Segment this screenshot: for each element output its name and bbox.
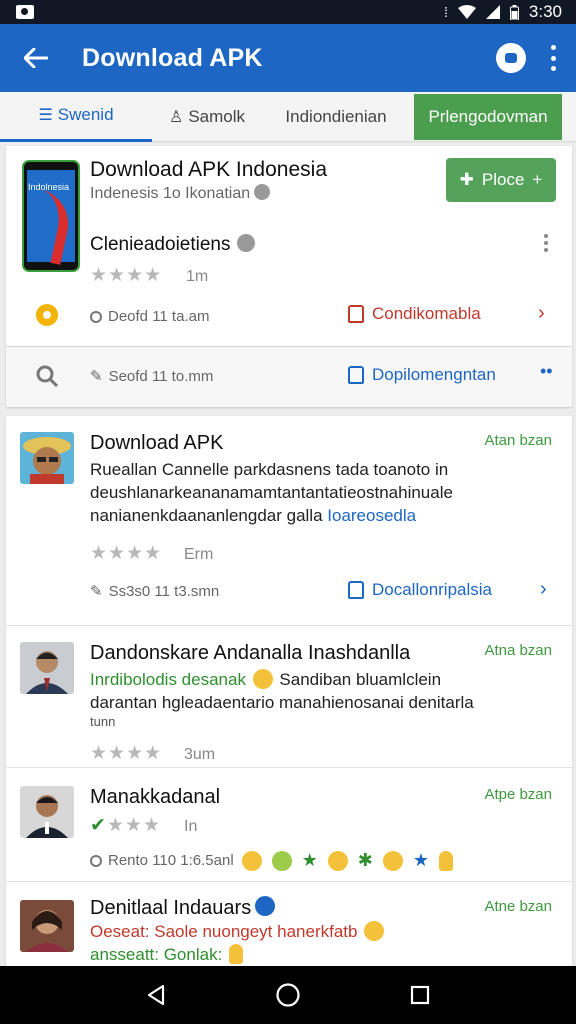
list-item[interactable]: Denitlaal Indauars Atne bzan Oeseat: Sao…	[6, 882, 572, 966]
verified-badge-icon	[255, 896, 276, 916]
back-triangle-icon[interactable]	[136, 975, 176, 1015]
search-icon[interactable]	[36, 365, 58, 387]
status-time: 3:30	[528, 2, 562, 21]
post-author: Denitlaal Indauars	[90, 896, 276, 920]
list-icon: ☰	[38, 107, 53, 124]
system-nav-bar	[0, 966, 576, 1024]
tab-prlengodovman[interactable]: Prlengodovman	[414, 93, 562, 140]
avatar[interactable]	[20, 786, 74, 838]
featured-name: Clenieadoietiens	[90, 234, 255, 256]
thumb-up-icon	[348, 305, 364, 323]
lightbulb-icon	[439, 850, 454, 871]
rating-count: Erm	[184, 546, 214, 563]
post-body: Rueallan Cannelle parkdasnens tada toano…	[90, 460, 453, 525]
list-item[interactable]: Download APK Atan bzan Rueallan Cannelle…	[6, 416, 572, 626]
rating-stars: ★★★★	[90, 743, 163, 764]
globe-icon	[254, 184, 271, 200]
post-time: Atan bzan	[484, 432, 552, 449]
rating-stars: ✔★★★	[90, 815, 162, 836]
post-meta: Deofd 11 ta.am	[90, 308, 209, 325]
plus-icon: ✚	[459, 170, 474, 189]
post-link[interactable]: Ioareosedla	[327, 506, 416, 525]
featured-card: Indolnesia Download APK Indonesia Indene…	[6, 146, 572, 346]
rating-stars: ★★★★	[90, 265, 163, 286]
tab-label: Samolk	[188, 106, 246, 126]
wifi-icon	[457, 5, 476, 19]
tab-samolk[interactable]: ♙ Samolk	[152, 92, 262, 142]
status-dot-icon	[36, 304, 58, 326]
emoji-icon	[271, 850, 292, 871]
post-time: Atpe bzan	[484, 786, 552, 803]
back-arrow-icon[interactable]	[18, 40, 54, 76]
emoji-icon	[327, 850, 348, 871]
chevron-right-icon[interactable]: ›	[540, 578, 547, 601]
post-body: Inrdibolodis desanak Sandiban bluamlclei…	[90, 669, 474, 729]
post-meta: ✎ Ss3s0 11 t3.smn	[90, 582, 220, 601]
post-time: Atne bzan	[484, 898, 552, 915]
emoji-icon	[241, 850, 262, 871]
tag-icon: ✎	[90, 583, 103, 600]
action-link-red[interactable]: Condikomabla	[348, 304, 481, 324]
dots-icon[interactable]: ••	[540, 361, 553, 382]
page-title: Download APK	[82, 43, 263, 72]
emoji-icon	[364, 921, 385, 941]
chevron-right-icon[interactable]: ›	[538, 302, 545, 325]
tab-swenid[interactable]: ☰ Swenid	[0, 92, 152, 142]
tab-bar: ☰ Swenid ♙ Samolk Indiondienian Prlengod…	[0, 92, 576, 142]
post-author: Dandonskare Andanalla Inashdanlla	[90, 642, 411, 664]
status-bar: ⁞ 3:30	[0, 0, 576, 24]
avatar[interactable]	[20, 900, 74, 952]
lightbulb-icon	[229, 944, 244, 964]
more-vert-icon[interactable]	[544, 234, 550, 252]
post-author: Download APK	[90, 432, 224, 454]
home-circle-icon[interactable]	[268, 975, 308, 1015]
post-meta: ✎ Seofd 11 to.mm	[90, 367, 214, 386]
rating-stars: ★★★★	[90, 543, 163, 564]
location-icon	[90, 310, 102, 323]
star-icon: ✱	[357, 850, 373, 870]
avatar[interactable]	[20, 432, 74, 484]
featured-subtitle: Indenesis 1o Ikonatian	[90, 184, 271, 203]
tab-label: Indiondienian	[285, 106, 387, 126]
emoji-icon	[382, 850, 403, 871]
verified-icon	[236, 234, 255, 252]
add-icon: +	[532, 170, 543, 189]
list-item[interactable]: Dandonskare Andanalla Inashdanlla Atna b…	[6, 626, 572, 768]
emoji-icon	[252, 669, 273, 689]
post-body: Oeseat: Saole nuongeyt hanerkfatb anssea…	[90, 920, 560, 966]
post-time: Atna bzan	[484, 642, 552, 659]
tab-indiondienian[interactable]: Indiondienian	[262, 92, 410, 142]
list-item[interactable]: Manakkadanal Atpe bzan ✔★★★ In Rento 110…	[6, 768, 572, 882]
place-button[interactable]: ✚ Ploce +	[446, 158, 556, 202]
action-link-blue[interactable]: Docallonripalsia	[348, 580, 492, 600]
star-icon: ★	[301, 850, 318, 870]
tab-label: Swenid	[57, 105, 114, 124]
app-bar: Download APK	[0, 24, 576, 92]
recents-square-icon[interactable]	[400, 975, 440, 1015]
featured-actions: ✎ Seofd 11 to.mm Dopilomengntan ••	[6, 347, 572, 407]
featured-title: Download APK Indonesia	[90, 158, 327, 181]
post-meta: Rento 110 1:6.5anl ★ ✱ ★	[90, 850, 455, 871]
rating-count: In	[184, 818, 198, 835]
notification-icon	[16, 5, 34, 19]
feed-list: Download APK Atan bzan Rueallan Cannelle…	[6, 416, 572, 966]
person-icon: ♙	[168, 108, 184, 126]
rating-count: 3um	[184, 746, 216, 763]
thumb-up-icon	[348, 366, 364, 384]
battery-icon	[509, 4, 519, 20]
avatar[interactable]	[20, 642, 74, 694]
vibrate-icon: ⁞	[444, 4, 448, 20]
thumb-up-icon	[348, 581, 364, 599]
more-vert-icon[interactable]	[548, 45, 558, 71]
app-thumbnail[interactable]: Indolnesia	[22, 160, 80, 272]
action-link-blue[interactable]: Dopilomengntan	[348, 365, 496, 385]
post-author: Manakkadanal	[90, 786, 221, 808]
chat-icon[interactable]	[496, 43, 526, 73]
signal-icon	[485, 5, 500, 19]
location-icon	[90, 854, 102, 867]
tab-label: Prlengodovman	[428, 106, 548, 126]
rating-count: 1m	[186, 268, 209, 285]
tag-icon: ✎	[90, 368, 103, 385]
star-icon: ★	[412, 850, 430, 870]
